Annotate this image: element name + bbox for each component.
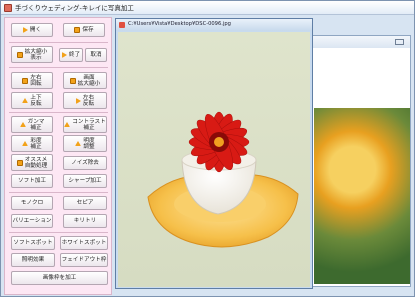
image-window-title: C:¥Users¥Vista¥Desktop¥DSC-0096.jpg <box>128 21 231 27</box>
divider <box>9 232 108 233</box>
brightness-button[interactable]: 明度 調整 <box>63 135 107 152</box>
main-window-title: 手づくりウェディング-キレイに写真加工 <box>15 4 134 12</box>
zoom-image-icon <box>69 77 76 84</box>
monochrome-button[interactable]: モノクロ <box>11 196 53 210</box>
contrast-button[interactable]: コントラスト 補正 <box>63 116 107 133</box>
end-icon <box>61 52 67 58</box>
main-window: 手づくりウェディング-キレイに写真加工 開く 保存 拡大縮小 表示 終了 取消 <box>0 0 415 297</box>
trim-button[interactable]: キリトリ <box>63 214 107 228</box>
flip-horizontal-button[interactable]: 左右 反転 <box>63 92 107 109</box>
saturation-icon <box>22 141 29 146</box>
gamma-button[interactable]: ガンマ 補正 <box>11 116 53 133</box>
brightness-icon <box>75 141 82 146</box>
sepia-button[interactable]: セピア <box>63 196 107 210</box>
zoom-image-button[interactable]: 画面 拡大縮小 <box>63 72 107 89</box>
white-spot-button[interactable]: ホワイトスポット <box>60 236 108 250</box>
app-icon <box>4 4 12 12</box>
image-window: C:¥Users¥Vista¥Desktop¥DSC-0096.jpg <box>115 18 313 289</box>
zoom-display-button[interactable]: 拡大縮小 表示 <box>11 46 53 63</box>
save-button[interactable]: 保存 <box>63 23 105 37</box>
divider <box>9 67 108 68</box>
divider <box>9 112 108 113</box>
rotate-left-button[interactable]: 左右 回転 <box>11 72 53 89</box>
preview-title-bar <box>302 36 410 48</box>
saturation-button[interactable]: 彩度 補正 <box>11 135 53 152</box>
flip-vertical-button[interactable]: 上下 反転 <box>11 92 53 109</box>
save-icon <box>74 27 81 33</box>
variation-button[interactable]: バリエーション <box>11 214 53 228</box>
divider <box>9 42 108 43</box>
preview-window <box>301 35 411 287</box>
flip-horizontal-icon <box>75 97 81 104</box>
fadeout-button[interactable]: フェイドアウト枠 <box>60 253 108 267</box>
cancel-button[interactable]: 取消 <box>85 48 107 62</box>
flip-vertical-icon <box>22 98 29 103</box>
maximize-icon[interactable] <box>395 39 404 45</box>
lighting-button[interactable]: 照明効果 <box>11 253 55 267</box>
rotate-icon <box>22 77 29 84</box>
divider <box>9 192 108 193</box>
auto-color-icon <box>16 159 23 166</box>
zoom-display-icon <box>16 51 23 58</box>
noise-reduction-button[interactable]: ノイズ除去 <box>63 156 107 170</box>
sharp-button[interactable]: シャープ加工 <box>63 174 107 188</box>
auto-color-button[interactable]: オススメ 自動処理 <box>11 154 53 171</box>
image-window-title-bar[interactable]: C:¥Users¥Vista¥Desktop¥DSC-0096.jpg <box>116 19 312 31</box>
preview-image <box>314 108 410 284</box>
image-file-icon <box>119 22 125 28</box>
gamma-icon <box>19 122 26 127</box>
soft-button[interactable]: ソフト加工 <box>11 174 53 188</box>
process-image-button[interactable]: 画像枠を加工 <box>11 271 108 285</box>
soft-spot-button[interactable]: ソフトスポット <box>11 236 55 250</box>
main-title-bar: 手づくりウェディング-キレイに写真加工 <box>1 1 414 15</box>
tool-panel: 開く 保存 拡大縮小 表示 終了 取消 左右 回転 画面 拡大縮小 上下 反転 … <box>4 17 112 295</box>
end-button[interactable]: 終了 <box>59 48 83 62</box>
open-icon <box>22 27 28 33</box>
photo-canvas <box>118 32 310 287</box>
open-button[interactable]: 開く <box>11 23 53 37</box>
flower-photo <box>147 111 299 248</box>
contrast-icon <box>64 122 71 127</box>
